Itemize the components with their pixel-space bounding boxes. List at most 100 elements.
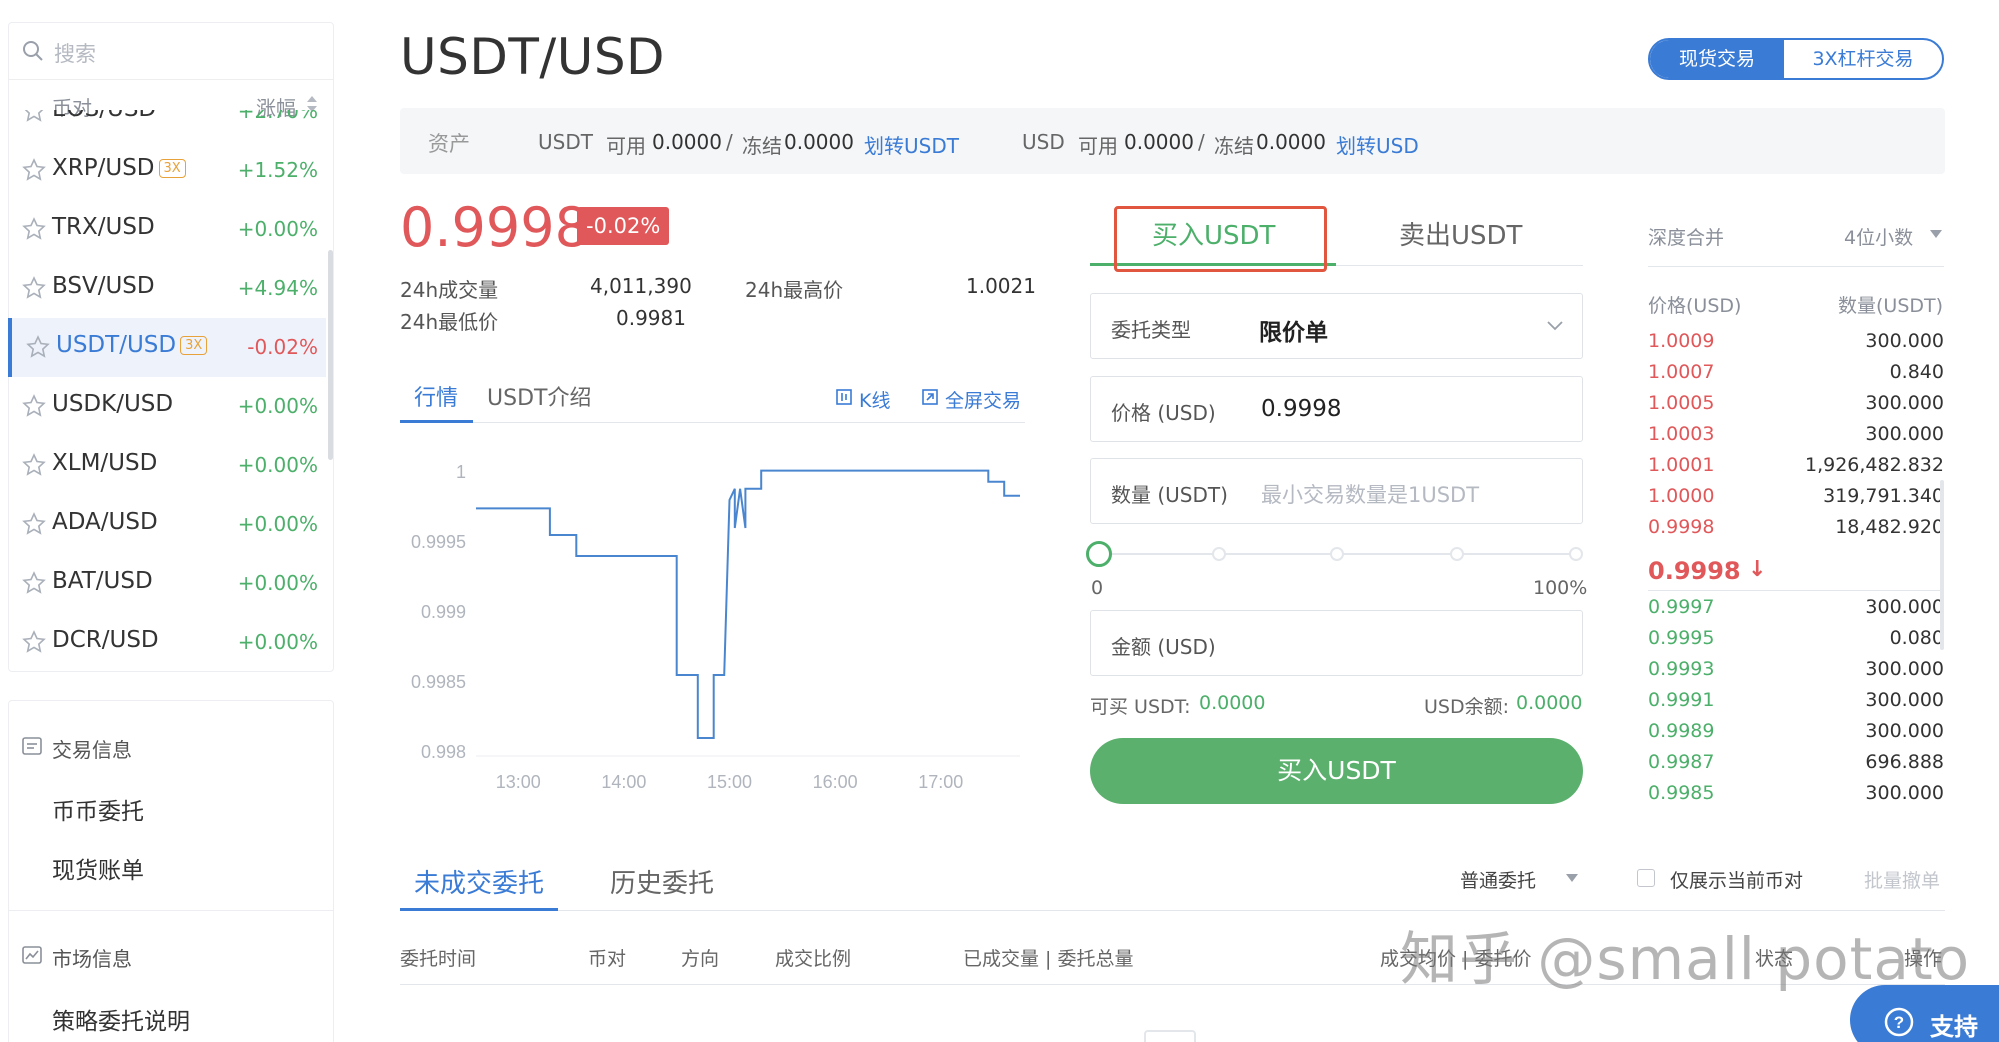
market-row[interactable]: BSV/USD +4.94% xyxy=(8,259,326,318)
ask-price: 1.0009 xyxy=(1648,330,1715,352)
star-icon[interactable] xyxy=(22,394,46,418)
ask-row[interactable]: 0.9998 18,482.920 xyxy=(1648,512,1944,543)
caret-down-icon[interactable] xyxy=(1565,873,1579,883)
bid-row[interactable]: 0.9993 300.000 xyxy=(1648,654,1944,685)
tab-spot[interactable]: 现货交易 xyxy=(1650,40,1784,78)
ob-price-header: 价格(USD) xyxy=(1648,295,1742,317)
bid-qty: 696.888 xyxy=(1865,751,1944,773)
star-icon[interactable] xyxy=(22,217,46,241)
market-row[interactable]: BAT/USD +0.00% xyxy=(8,554,326,613)
market-row[interactable]: ADA/USD +0.00% xyxy=(8,495,326,554)
depth-merge-select[interactable]: 4位小数 xyxy=(1844,223,1913,250)
batch-cancel-button[interactable]: 批量撤单 xyxy=(1864,866,1940,893)
market-name: BAT/USD xyxy=(52,568,153,594)
transfer-usdt-link[interactable]: 划转USDT xyxy=(864,130,959,159)
fullscreen-icon[interactable] xyxy=(922,389,938,405)
col-filled-total: 已成交量 | 委托总量 xyxy=(963,948,1134,970)
usd-frozen-label: 冻结 xyxy=(1214,134,1254,158)
price-input[interactable]: 0.9998 xyxy=(1261,396,1341,422)
bid-row[interactable]: 0.9991 300.000 xyxy=(1648,685,1944,716)
market-name: BSV/USD xyxy=(52,273,155,299)
market-row[interactable]: USDK/USD +0.00% xyxy=(8,377,326,436)
market-row[interactable]: DCR/USD +0.00% xyxy=(8,613,326,658)
market-row-partial[interactable]: EOS/USD +2.70% xyxy=(8,110,326,141)
ob-scrollbar[interactable] xyxy=(1940,480,1944,650)
ask-row[interactable]: 1.0003 300.000 xyxy=(1648,419,1944,450)
slider-stop[interactable] xyxy=(1569,547,1583,561)
order-filter-select[interactable]: 普通委托 xyxy=(1460,866,1536,893)
ask-row[interactable]: 1.0005 300.000 xyxy=(1648,388,1944,419)
market-scrollbar[interactable] xyxy=(328,250,333,460)
slider-stop[interactable] xyxy=(1212,547,1226,561)
y-tick-label: 0.999 xyxy=(421,602,466,622)
star-icon[interactable] xyxy=(22,276,46,300)
tab-history-orders[interactable]: 历史委托 xyxy=(610,863,714,900)
amount-slider[interactable] xyxy=(1086,536,1586,572)
quantity-field[interactable]: 数量 (USDT) 最小交易数量是1USDT xyxy=(1090,458,1583,524)
market-pair: BAT/USD xyxy=(52,568,153,594)
tab-market[interactable]: 行情 xyxy=(414,380,458,412)
usd-balance-value: 0.0000 xyxy=(1516,692,1583,714)
star-icon[interactable] xyxy=(22,512,46,536)
price-chart[interactable]: 1 0.9995 0.999 0.9985 0.998 13:00 14:00 15:00 16… xyxy=(400,440,1030,800)
market-change: +4.94% xyxy=(237,276,318,300)
star-icon[interactable] xyxy=(22,630,46,654)
bid-row[interactable]: 0.9995 0.080 xyxy=(1648,623,1944,654)
buy-submit-button[interactable]: 买入USDT xyxy=(1090,738,1583,804)
quantity-input[interactable]: 最小交易数量是1USDT xyxy=(1261,479,1479,509)
order-type-select[interactable]: 委托类型 限价单 xyxy=(1090,293,1583,359)
ask-row[interactable]: 1.0009 300.000 xyxy=(1648,326,1944,357)
chevron-down-icon xyxy=(1547,321,1563,331)
ask-row[interactable]: 1.0000 319,791.340 xyxy=(1648,481,1944,512)
bid-qty: 300.000 xyxy=(1865,658,1944,680)
ask-row[interactable]: 1.0001 1,926,482.832 xyxy=(1648,450,1944,481)
watermark: 知乎 @small potato xyxy=(1400,925,1971,993)
market-row[interactable]: TRX/USD +0.00% xyxy=(8,200,326,259)
bid-row[interactable]: 0.9997 300.000 xyxy=(1648,592,1944,623)
market-change: -0.02% xyxy=(247,335,318,359)
slider-handle[interactable] xyxy=(1086,541,1112,567)
nav-item-strategy-doc[interactable]: 策略委托说明 xyxy=(52,1002,190,1036)
tab-open-orders[interactable]: 未成交委托 xyxy=(414,863,544,900)
support-button[interactable]: ? 支持 xyxy=(1850,985,1999,1042)
bid-row[interactable]: 0.9989 300.000 xyxy=(1648,716,1944,747)
star-icon[interactable] xyxy=(22,158,46,182)
bid-qty: 300.000 xyxy=(1865,782,1944,804)
kline-icon[interactable] xyxy=(836,389,852,405)
col-pair: 币对 xyxy=(588,948,627,970)
bid-row[interactable]: 0.9985 300.000 xyxy=(1648,778,1944,809)
slider-stop[interactable] xyxy=(1450,547,1464,561)
kline-link[interactable]: K线 xyxy=(859,386,890,413)
market-row[interactable]: USDT/USD 3X -0.02% xyxy=(8,318,326,377)
ask-row[interactable]: 1.0007 0.840 xyxy=(1648,357,1944,388)
buy-tab-highlight-box xyxy=(1114,206,1327,272)
tab-intro[interactable]: USDT介绍 xyxy=(487,380,591,412)
market-row[interactable]: XRP/USD 3X +1.52% xyxy=(8,141,326,200)
star-icon[interactable] xyxy=(22,110,46,123)
caret-down-icon[interactable] xyxy=(1929,229,1943,239)
nav-item-coin-orders[interactable]: 币币委托 xyxy=(52,792,144,826)
market-search[interactable]: 搜索 xyxy=(8,22,333,80)
ask-qty: 300.000 xyxy=(1865,392,1944,414)
leverage-badge: 3X xyxy=(158,159,186,178)
price-field[interactable]: 价格 (USD) 0.9998 xyxy=(1090,376,1583,442)
tab-margin[interactable]: 3X杠杆交易 xyxy=(1784,40,1942,78)
slider-max-label: 100% xyxy=(1533,577,1588,599)
only-current-checkbox[interactable] xyxy=(1637,869,1655,887)
usdt-avail: 0.0000 xyxy=(652,130,722,154)
empty-state-icon xyxy=(1144,1030,1196,1042)
nav-item-spot-bill[interactable]: 现货账单 xyxy=(52,851,144,885)
amount-field[interactable]: 金额 (USD) xyxy=(1090,610,1583,676)
tab-sell[interactable]: 卖出USDT xyxy=(1399,215,1522,252)
page-title: USDT/USD xyxy=(400,28,666,86)
star-icon[interactable] xyxy=(22,571,46,595)
search-input[interactable]: 搜索 xyxy=(54,38,96,68)
slider-stop[interactable] xyxy=(1330,547,1344,561)
transfer-usd-link[interactable]: 划转USD xyxy=(1336,130,1419,159)
star-icon[interactable] xyxy=(26,335,50,359)
bid-row[interactable]: 0.9987 696.888 xyxy=(1648,747,1944,778)
market-row[interactable]: XLM/USD +0.00% xyxy=(8,436,326,495)
fullscreen-link[interactable]: 全屏交易 xyxy=(945,386,1021,413)
star-icon[interactable] xyxy=(22,453,46,477)
assets-label: 资产 xyxy=(428,132,470,156)
